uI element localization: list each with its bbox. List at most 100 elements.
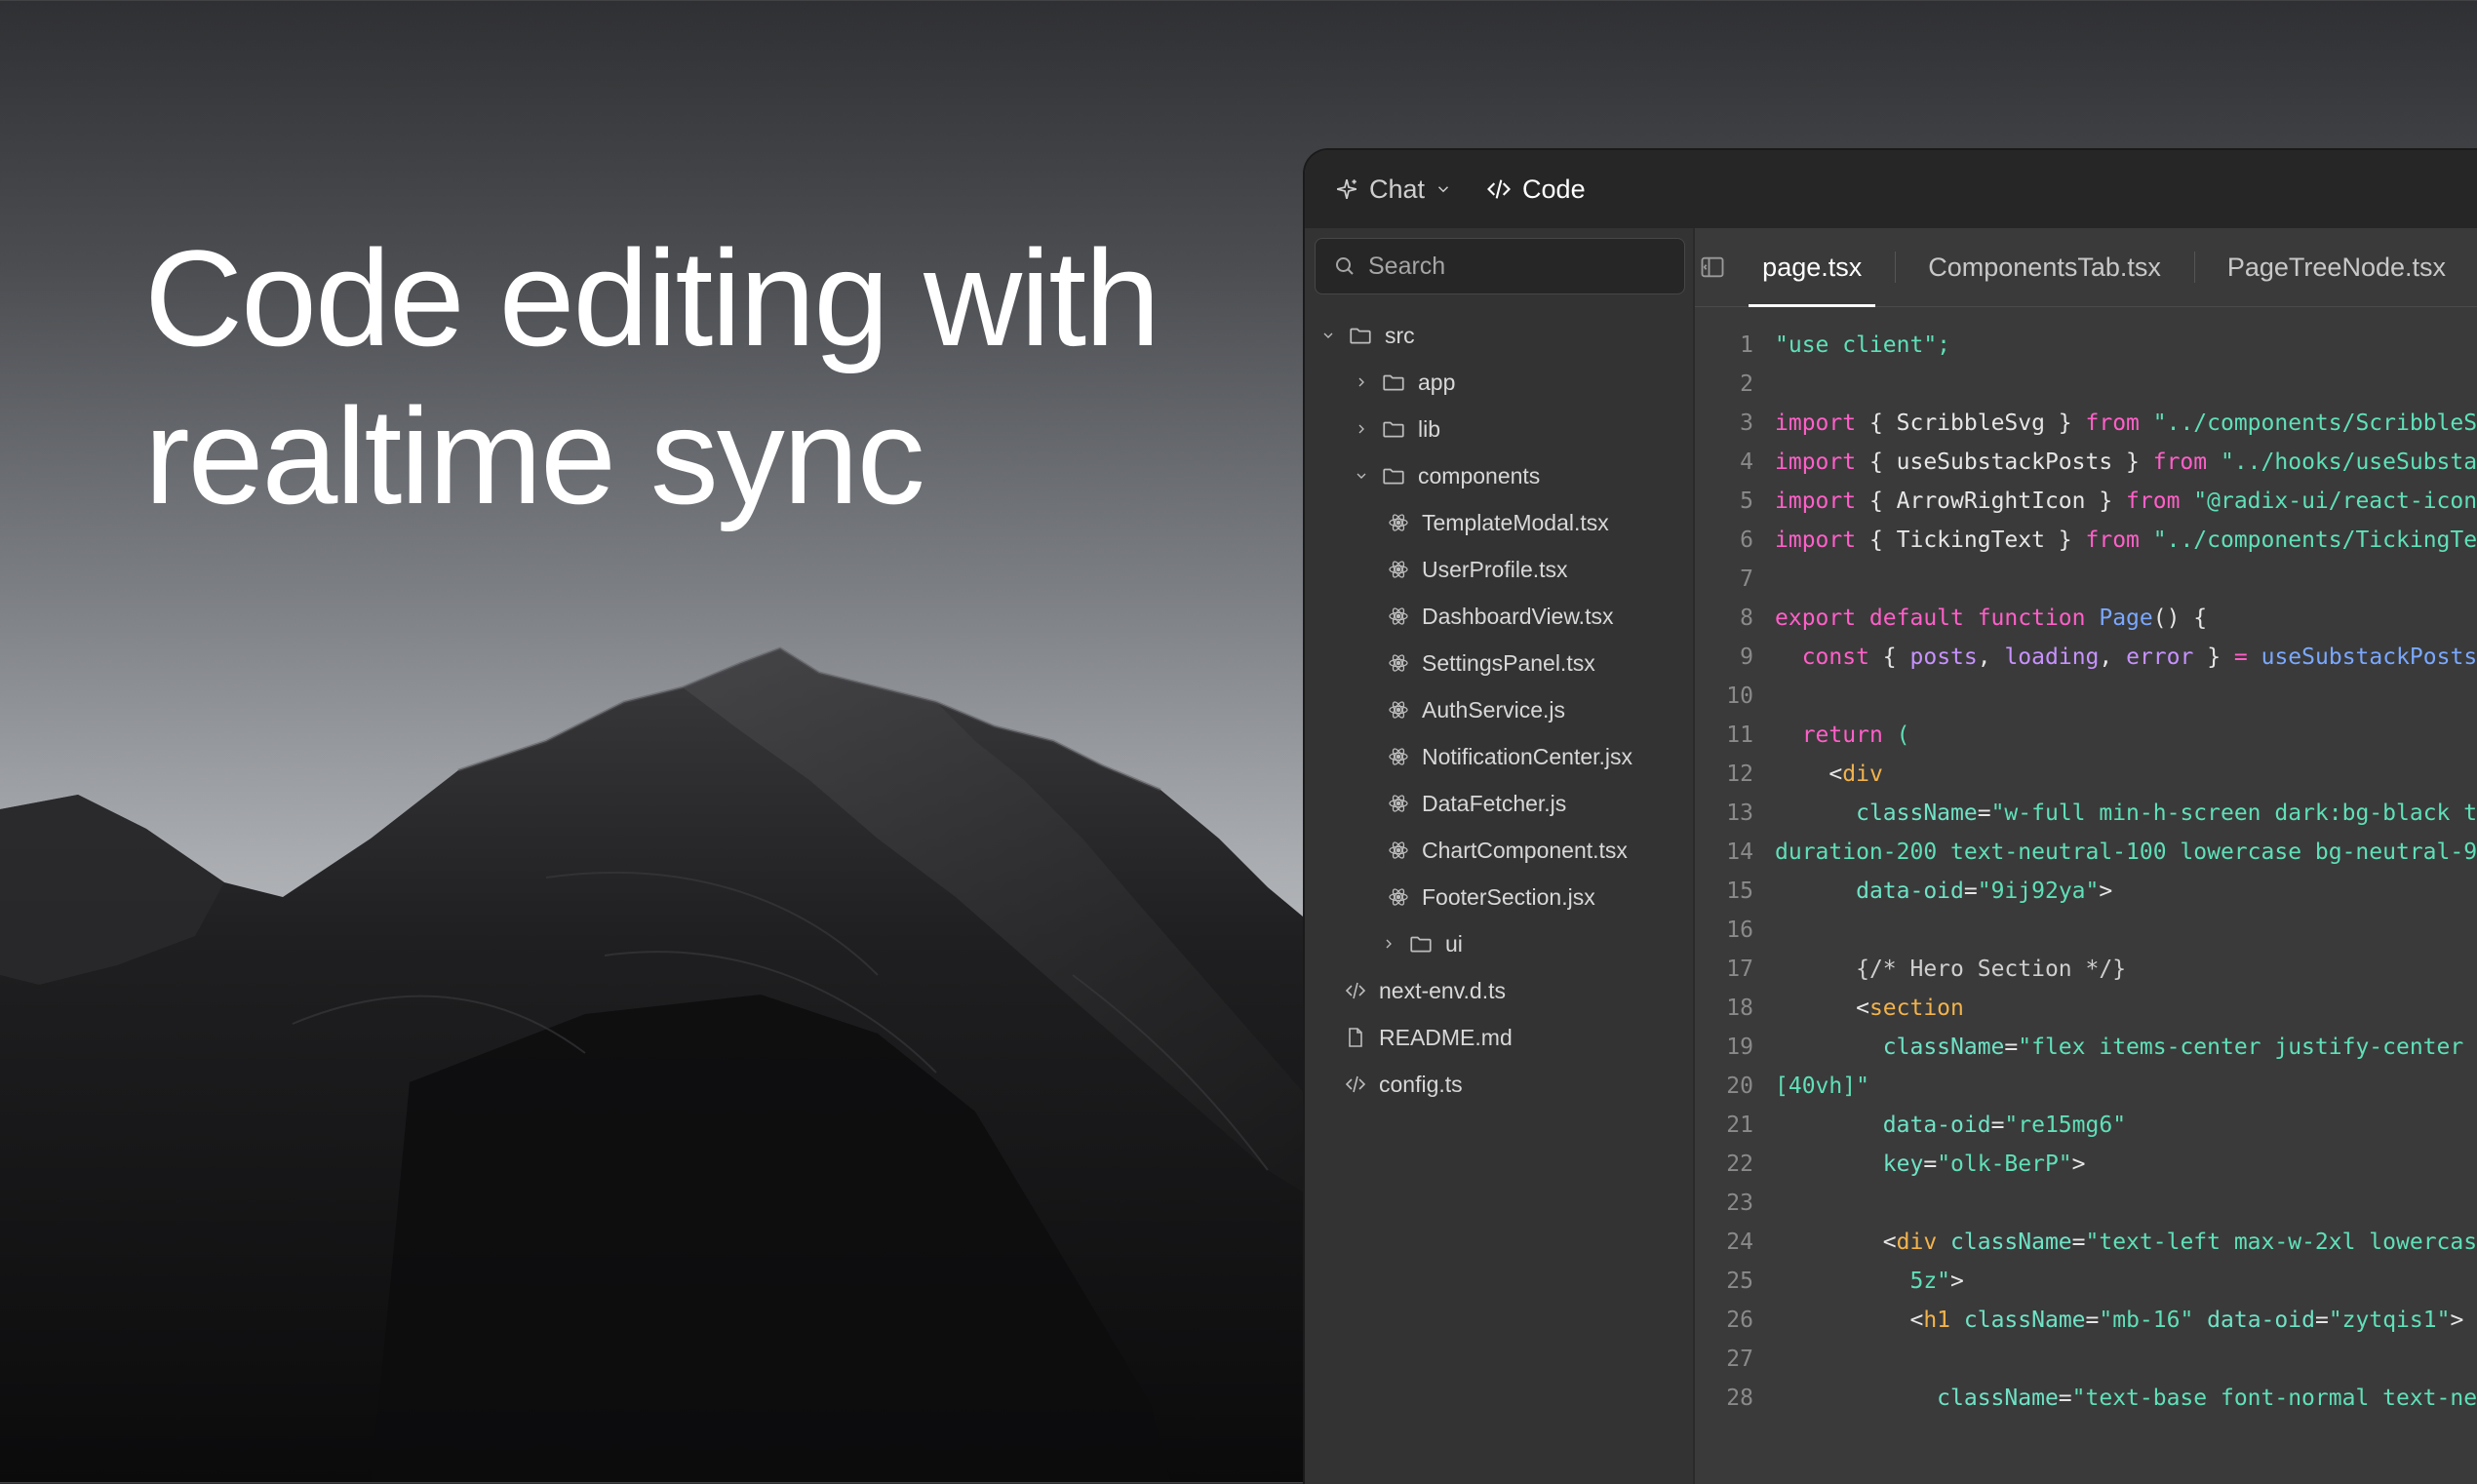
tree-item-settingspanel-tsx[interactable]: SettingsPanel.tsx [1305, 640, 1693, 686]
code-token: , [2099, 644, 2127, 670]
line-number: 14 [1726, 840, 1753, 865]
tree-item-label: ChartComponent.tsx [1422, 837, 1628, 863]
tree-item-templatemodal-tsx[interactable]: TemplateModal.tsx [1305, 499, 1693, 546]
chevron-down-icon [1323, 332, 1333, 338]
code-line: 12 <div [1695, 755, 2477, 794]
code-token: "../components/TickingText" [2152, 527, 2477, 553]
code-token: className [1950, 1230, 2072, 1255]
code-token: import [1775, 488, 1857, 514]
tab-label: page.tsx [1762, 252, 1863, 282]
code-line: 28 className="text-base font-normal text… [1695, 1379, 2477, 1418]
line-number: 22 [1726, 1152, 1753, 1177]
code-token: = [1923, 1152, 1938, 1177]
line-number: 12 [1726, 762, 1753, 787]
tab-pagetreenode-tsx[interactable]: PageTreeNode.tsx [2193, 228, 2477, 306]
code-token: data-oid [1856, 879, 1964, 904]
code-token: "@radix-ui/react-icons" [2193, 488, 2477, 514]
tab-page-tsx[interactable]: page.tsx [1729, 228, 1895, 307]
tree-item-userprofile-tsx[interactable]: UserProfile.tsx [1305, 546, 1693, 593]
line-number: 9 [1740, 644, 1753, 670]
code-line: 24 <div className="text-left max-w-2xl l… [1695, 1223, 2477, 1262]
code-token: = [2058, 1386, 2072, 1411]
code-line: 18 <section [1695, 989, 2477, 1028]
code-token: import [1775, 410, 1857, 436]
code-token: = [2314, 1308, 2329, 1333]
code-line: 22 key="olk-BerP"> [1695, 1145, 2477, 1184]
code-token: "mb-16" [2099, 1308, 2194, 1333]
tree-item-label: AuthService.js [1422, 696, 1566, 722]
tree-item-notificationcenter-jsx[interactable]: NotificationCenter.jsx [1305, 733, 1693, 780]
code-token: = [2233, 644, 2248, 670]
code-token: = [2004, 1035, 2019, 1060]
code-line: 14 duration-200 text-neutral-100 lowercas… [1695, 833, 2477, 872]
code-token: > [1950, 1269, 1964, 1294]
folder-icon [1383, 468, 1404, 485]
code-line: 23 [1695, 1184, 2477, 1223]
tree-item-chartcomponent-tsx[interactable]: ChartComponent.tsx [1305, 827, 1693, 874]
code-content[interactable]: 1 "use client"; 2 3 import { ScribbleSvg } f… [1695, 326, 2477, 1418]
code-token: "flex items-center justify-center min-h- [2018, 1035, 2464, 1060]
code-line: 3 import { ScribbleSvg } from "../compone… [1695, 404, 2477, 443]
search-input[interactable]: Search [1315, 238, 1685, 294]
code-token: "../components/ScribbleSvg" [2152, 410, 2477, 436]
tree-item-src[interactable]: src [1305, 312, 1693, 359]
tree-item-config-ts[interactable]: config.ts [1305, 1061, 1693, 1108]
tree-item-dashboardview-tsx[interactable]: DashboardView.tsx [1305, 593, 1693, 640]
line-number: 15 [1726, 879, 1753, 904]
line-number: 2 [1740, 371, 1753, 397]
code-token: "use client"; [1775, 332, 1951, 358]
code-token: "re15mg6" [2004, 1113, 2127, 1138]
line-number: 17 [1726, 957, 1753, 982]
code-token: , [1977, 644, 2005, 670]
react-file-icon [1389, 561, 1408, 578]
code-line: 5 import { ArrowRightIcon } from "@radix-… [1695, 482, 2477, 521]
code-token: { ScribbleSvg } [1856, 410, 2086, 436]
tree-item-footersection-jsx[interactable]: FooterSection.jsx [1305, 874, 1693, 920]
editor-main: page.tsx ComponentsTab.tsx PageTreeNode.ts… [1695, 228, 2477, 1484]
search-icon [1336, 257, 1354, 275]
code-line: 15 data-oid="9ij92ya"> [1695, 872, 2477, 911]
code-token: useSubstackPosts [2261, 644, 2477, 670]
toggle-sidebar-button[interactable] [1695, 228, 1729, 306]
code-token: } [2193, 644, 2234, 670]
line-number: 5 [1740, 488, 1753, 514]
code-token: "olk-BerP" [1937, 1152, 2072, 1177]
tree-item-authservice-js[interactable]: AuthService.js [1305, 686, 1693, 733]
tree-item-datafetcher-js[interactable]: DataFetcher.js [1305, 780, 1693, 827]
tree-item-readme-md[interactable]: README.md [1305, 1014, 1693, 1061]
tree-item-next-env-d-ts[interactable]: next-env.d.ts [1305, 967, 1693, 1014]
tree-item-app[interactable]: app [1305, 359, 1693, 406]
tree-item-ui[interactable]: ui [1305, 920, 1693, 967]
code-token: ( [1896, 722, 1910, 748]
line-number: 6 [1740, 527, 1753, 553]
tree-item-components[interactable]: components [1305, 452, 1693, 499]
line-number: 3 [1740, 410, 1753, 436]
tree-item-label: lib [1418, 415, 1441, 442]
file-tree: src app lib components TemplateModal.tsx User… [1305, 312, 1693, 1108]
code-token: < [1775, 1230, 1897, 1255]
chat-mode-button[interactable]: Chat [1334, 175, 1452, 205]
document-icon [1349, 1028, 1362, 1047]
line-number: 27 [1726, 1347, 1753, 1372]
line-number: 10 [1726, 683, 1753, 709]
code-file-icon [1345, 1075, 1366, 1093]
chevron-down-icon [1356, 473, 1366, 479]
tree-item-label: DashboardView.tsx [1422, 603, 1614, 629]
react-file-icon [1389, 514, 1408, 531]
tab-componentstab-tsx[interactable]: ComponentsTab.tsx [1895, 228, 2194, 306]
tree-item-lib[interactable]: lib [1305, 406, 1693, 452]
code-token: className [1963, 1308, 2086, 1333]
file-explorer: Search src app lib components TemplateModal.… [1305, 228, 1695, 1484]
code-mode-button[interactable]: Code [1485, 175, 1586, 205]
tree-item-label: src [1385, 322, 1415, 348]
code-line: 19 className="flex items-center justify-… [1695, 1028, 2477, 1067]
